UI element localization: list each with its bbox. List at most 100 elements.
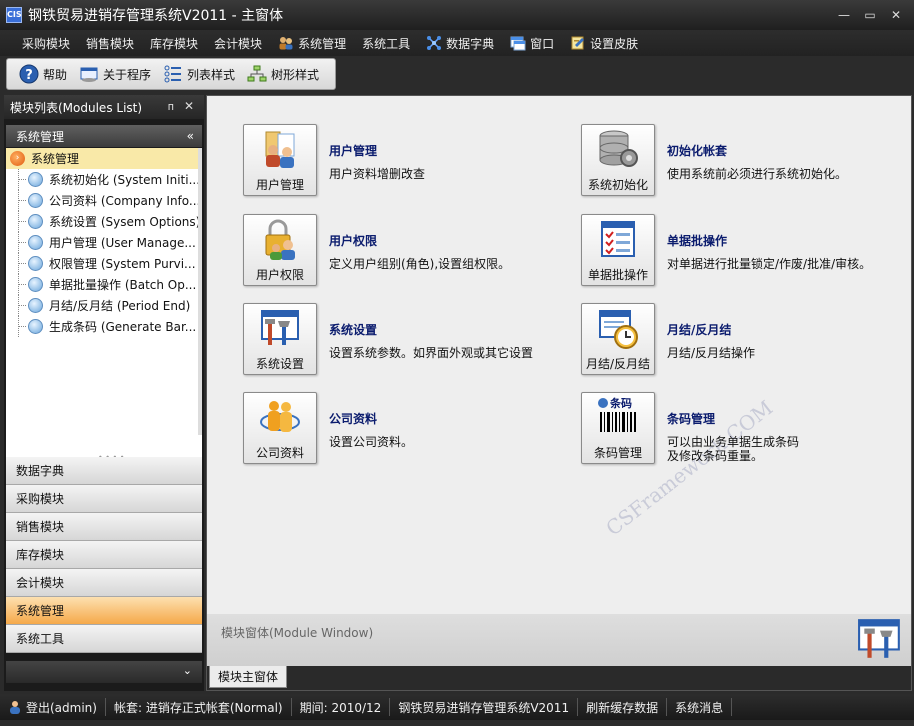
tree-item-system-options[interactable]: 系统设置 (Sysem Options) [6,211,202,232]
menu-label: 系统工具 [362,36,411,51]
status-period: 期间: 2010/12 [292,698,391,716]
menu-label: 系统管理 [298,36,347,51]
menu-label: 库存模块 [150,36,199,51]
window-icon [510,36,526,51]
database-gear-icon [599,130,638,167]
batch-ops-tile[interactable]: 单据批操作 [581,214,655,286]
nav-group-system-admin[interactable]: 系统管理 [6,597,202,625]
user-icon [10,701,20,714]
tree-style-label: 树形样式 [271,67,320,82]
tile-label: 单据批操作 [587,268,648,282]
menu-system-tools[interactable]: 系统工具 [354,32,418,55]
nav-group-system-tools[interactable]: 系统工具 [6,625,202,653]
menu-purchase[interactable]: 采购模块 [14,32,78,55]
tree-item-label: 月结/反月结 (Period End) [49,299,191,313]
panel-splitter[interactable]: • • • • [6,435,202,462]
chevron-down-icon[interactable]: ⌄ [183,664,192,677]
module-window-bar: 模块窗体(Module Window) [207,614,911,666]
barcode-tile[interactable]: 条码 条码管理 [581,392,655,464]
tree-style-button[interactable]: 树形样式 [241,62,325,86]
calendar-clock-icon [599,310,638,349]
tile-label: 系统初始化 [587,178,648,192]
tree-scrollbar[interactable] [198,148,202,435]
tree-root-label: 系统管理 [31,152,80,166]
settings-tools-icon [858,619,900,658]
user-manage-tile[interactable]: 用户管理 [243,124,317,196]
tile-label: 公司资料 [255,446,304,460]
module-title[interactable]: 月结/反月结 [667,321,755,338]
nav-group-accounting[interactable]: 会计模块 [6,569,202,597]
tree-item-label: 生成条码 (Generate Bar... [49,320,197,334]
nav-more-bar[interactable]: ⌄ [6,661,202,683]
minimize-button[interactable]: — [834,6,854,24]
menu-set-skin[interactable]: 设置皮肤 [562,32,646,55]
checklist-icon [601,221,635,257]
list-style-label: 列表样式 [187,67,236,82]
module-desc: 用户资料增删改查 [329,167,426,181]
nav-group-list: 数据字典 采购模块 销售模块 库存模块 会计模块 系统管理 系统工具 [6,457,202,653]
module-title[interactable]: 公司资料 [329,410,413,427]
tree-item-system-init[interactable]: 系统初始化 (System Initi... [6,169,202,190]
tile-label: 用户管理 [255,178,304,192]
period-end-tile[interactable]: 月结/反月结 [581,303,655,375]
tab-main-module-window[interactable]: 模块主窗体 [209,666,288,688]
module-window: CSFramework.COM 用户管理 用户管理 用户资料增删改查 用户权限 … [206,95,912,691]
module-card-period-end: 月结/反月结 月结/反月结 月结/反月结操作 [581,303,755,375]
tree-item-generate-barcode[interactable]: 生成条码 (Generate Bar... [6,316,202,337]
window-title: 钢铁贸易进销存管理系统V2011 - 主窗体 [28,8,284,24]
system-settings-tile[interactable]: 系统设置 [243,303,317,375]
group-title: 系统管理 [16,129,65,144]
module-title[interactable]: 初始化帐套 [667,142,847,159]
list-style-button[interactable]: 列表样式 [157,62,241,86]
status-login-label: 登出(admin) [26,700,97,715]
module-desc: 设置公司资料。 [329,435,414,449]
menu-inventory[interactable]: 库存模块 [142,32,206,55]
menu-system-admin[interactable]: 系统管理 [270,32,354,55]
module-title[interactable]: 单据批操作 [667,232,871,249]
collapse-icon[interactable]: « [187,129,194,143]
help-label: 帮助 [43,67,68,82]
tree-item-company-info[interactable]: 公司资料 (Company Info... [6,190,202,211]
company-info-tile[interactable]: 公司资料 [243,392,317,464]
module-title[interactable]: 条码管理 [667,410,799,427]
system-init-tile[interactable]: 系统初始化 [581,124,655,196]
nav-group-purchase[interactable]: 采购模块 [6,485,202,513]
status-account: 帐套: 进销存正式帐套(Normal) [106,698,292,716]
tree-item-period-end[interactable]: 月结/反月结 (Period End) [6,295,202,316]
nav-group-inventory[interactable]: 库存模块 [6,541,202,569]
menu-accounting[interactable]: 会计模块 [206,32,270,55]
status-login[interactable]: 登出(admin) [0,698,106,716]
status-messages[interactable]: 系统消息 [667,698,733,716]
menu-data-dictionary[interactable]: 数据字典 [418,32,502,55]
tree-icon [247,65,267,82]
status-system-name: 钢铁贸易进销存管理系统V2011 [390,698,579,716]
network-icon [427,36,442,50]
close-button[interactable]: ✕ [886,6,906,24]
module-title[interactable]: 用户权限 [329,232,510,249]
modules-list-panel: 模块列表(Modules List) ᴨ ✕ 系统管理 « › 系统管理 系统初… [4,95,204,691]
lock-users-icon [265,219,295,260]
tree-item-batch-op[interactable]: 单据批量操作 (Batch Op... [6,274,202,295]
help-button[interactable]: ? 帮助 [13,62,73,86]
tree-item-label: 权限管理 (System Purvi... [49,257,196,271]
panel-close-icon[interactable]: ✕ [184,99,194,113]
nav-group-sales[interactable]: 销售模块 [6,513,202,541]
menu-sales[interactable]: 销售模块 [78,32,142,55]
about-button[interactable]: 关于程序 [73,62,157,86]
module-window-label: 模块窗体(Module Window) [221,626,374,640]
pin-icon[interactable]: ᴨ [168,100,174,113]
module-card-init-account: 系统初始化 初始化帐套 使用系统前必须进行系统初始化。 [581,124,847,196]
tree-item-system-purview[interactable]: 权限管理 (System Purvi... [6,253,202,274]
status-refresh-cache[interactable]: 刷新缓存数据 [578,698,668,716]
tree-item-user-manage[interactable]: 用户管理 (User Manage... [6,232,202,253]
restore-button[interactable]: ▭ [860,6,880,24]
tile-label: 系统设置 [255,357,304,371]
module-title[interactable]: 系统设置 [329,321,533,338]
tree-root[interactable]: › 系统管理 [6,148,202,169]
menu-window[interactable]: 窗口 [502,32,562,55]
module-title[interactable]: 用户管理 [329,142,425,159]
user-permission-tile[interactable]: 用户权限 [243,214,317,286]
nav-group-data-dictionary[interactable]: 数据字典 [6,457,202,485]
group-header[interactable]: 系统管理 « [6,125,202,147]
tree-item-label: 单据批量操作 (Batch Op... [49,278,197,292]
